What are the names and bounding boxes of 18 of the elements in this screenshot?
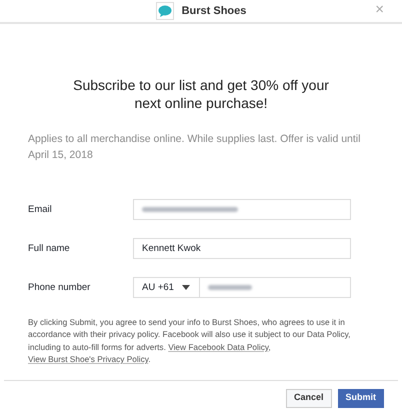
phone-field[interactable] xyxy=(199,277,351,298)
offer-text: Applies to all merchandise online. While supplies last. Offer is valid until April 15, 2018 xyxy=(28,132,362,163)
heading: Subscribe to our list and get 30% off your next online purchase! xyxy=(72,76,330,112)
submit-button[interactable]: Submit xyxy=(338,388,384,408)
page-title: Burst Shoes xyxy=(182,4,246,19)
input-field[interactable] xyxy=(133,199,351,220)
cancel-button[interactable]: Cancel xyxy=(286,388,332,408)
logo-icon xyxy=(156,2,174,20)
redacted-text xyxy=(208,285,252,290)
field-label: Email xyxy=(28,202,53,217)
field-label: Full name xyxy=(28,242,71,256)
policy-link[interactable]: View Facebook Data Policy xyxy=(168,342,268,352)
field-label: Phone number xyxy=(28,280,92,295)
legal-text: By clicking Submit, you agree to send your info to Burst Shoes, who agrees to use it in accordance with their privacy policy. Facebook will also use it subject to our Data Policy, including to auto-fill forms for adverts. View Facebook Data Policy, View Burst Shoe's Privacy Policy. xyxy=(28,316,352,366)
caret-icon xyxy=(182,285,190,290)
policy-link[interactable]: View Burst Shoe's Privacy Policy xyxy=(28,354,148,364)
country-code-select[interactable]: AU +61 xyxy=(133,277,199,298)
input-field[interactable]: Kennett Kwok xyxy=(133,238,351,260)
